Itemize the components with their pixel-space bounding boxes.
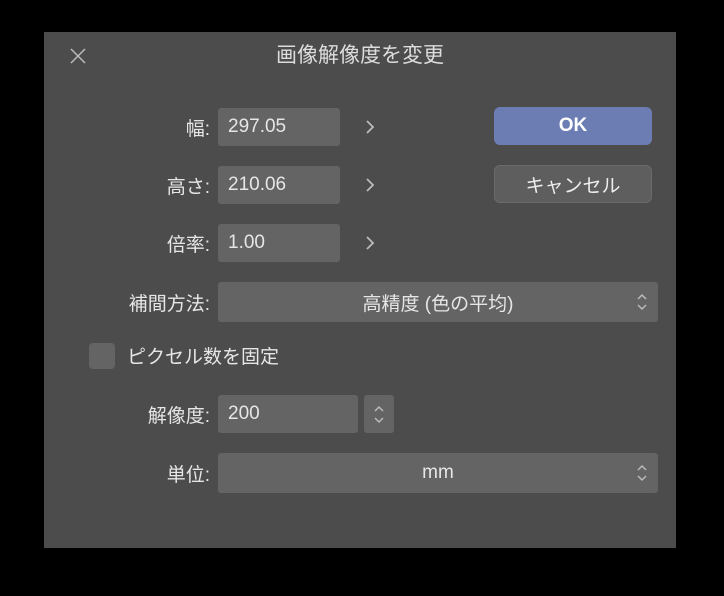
updown-arrows-icon xyxy=(636,282,648,322)
height-input[interactable] xyxy=(218,166,340,204)
scale-label: 倍率: xyxy=(44,230,218,257)
height-chevron-icon[interactable] xyxy=(340,166,400,204)
resolution-stepper[interactable] xyxy=(364,395,394,433)
unit-dropdown[interactable]: mm xyxy=(218,453,658,493)
unit-label: 単位: xyxy=(44,460,218,487)
width-chevron-icon[interactable] xyxy=(340,108,400,146)
resolution-input[interactable] xyxy=(218,395,358,433)
interpolation-dropdown[interactable]: 高精度 (色の平均) xyxy=(218,282,658,322)
fix-pixels-label: ピクセル数を固定 xyxy=(127,342,279,369)
interpolation-label: 補間方法: xyxy=(44,289,218,316)
close-icon[interactable] xyxy=(66,32,90,80)
interpolation-value: 高精度 (色の平均) xyxy=(363,289,514,316)
width-label: 幅: xyxy=(44,114,218,141)
unit-value: mm xyxy=(422,462,454,484)
updown-arrows-icon xyxy=(636,453,648,493)
width-input[interactable] xyxy=(218,108,340,146)
fix-pixels-checkbox[interactable] xyxy=(89,343,115,369)
height-label: 高さ: xyxy=(44,172,218,199)
scale-chevron-icon[interactable] xyxy=(340,224,400,262)
resolution-dialog: 画像解像度を変更 OK キャンセル 幅: 高さ: 倍率: xyxy=(44,32,676,548)
resolution-label: 解像度: xyxy=(44,401,218,428)
scale-input[interactable] xyxy=(218,224,340,262)
title-bar: 画像解像度を変更 xyxy=(44,32,676,80)
dialog-title: 画像解像度を変更 xyxy=(276,44,444,67)
